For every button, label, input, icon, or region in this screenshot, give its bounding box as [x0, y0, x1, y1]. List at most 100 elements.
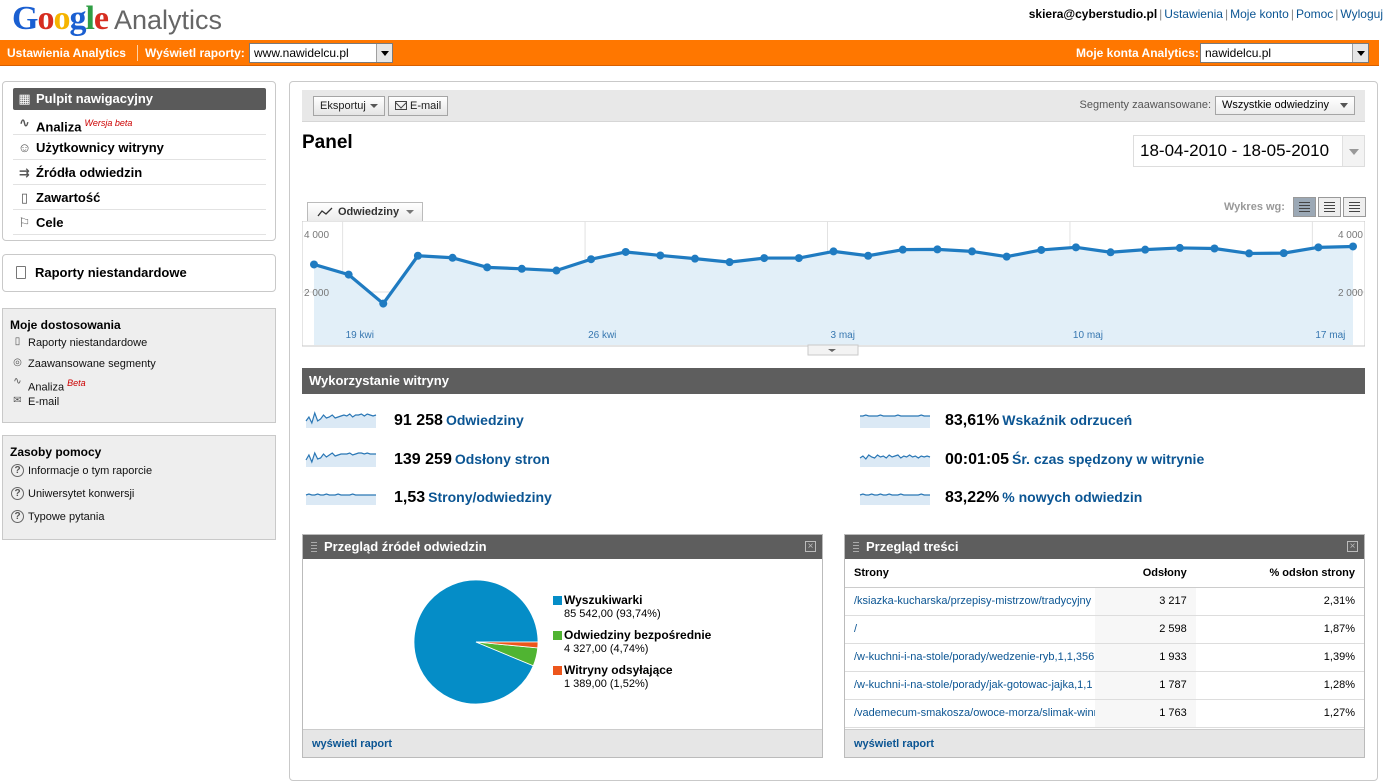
drag-handle-icon[interactable] — [853, 542, 859, 552]
page-link[interactable]: /vademecum-smakosza/owoce-morza/slimak-w… — [845, 699, 1095, 728]
panel-header[interactable]: Przegląd źródeł odwiedzin × — [303, 535, 822, 559]
data-point[interactable] — [413, 251, 422, 260]
panel-header[interactable]: Przegląd treści × — [845, 535, 1364, 559]
chevron-down-icon[interactable] — [1352, 44, 1368, 62]
metric-value: 91 258 Odwiedziny — [394, 412, 524, 430]
my-customizations-box: Moje dostosowania ▯ Raporty niestandardow… — [2, 308, 276, 423]
page-link[interactable]: /w-kuchni-i-na-stole/porady/jak-gotowac-… — [845, 671, 1095, 700]
data-point[interactable] — [1071, 243, 1080, 252]
chevron-down-icon — [1340, 103, 1348, 108]
data-point[interactable] — [1349, 242, 1357, 251]
metric-value: 00:01:05 Śr. czas spędzony w witrynie — [945, 451, 1204, 469]
drag-handle-icon[interactable] — [311, 542, 317, 552]
chevron-down-icon[interactable] — [376, 44, 392, 62]
data-point[interactable] — [1245, 249, 1254, 258]
data-point[interactable] — [933, 245, 942, 254]
close-icon[interactable]: × — [805, 541, 816, 552]
custom-reports-item[interactable]: ▯ Raporty niestandardowe — [11, 335, 148, 351]
date-range-picker[interactable]: 18-04-2010 - 18-05-2010 — [1133, 135, 1365, 167]
data-point[interactable] — [898, 245, 907, 254]
data-point[interactable] — [1002, 252, 1011, 261]
chart-metric-tab[interactable]: Odwiedziny — [307, 202, 423, 221]
metric-number: 83,22% — [945, 489, 1000, 506]
nav-item-content[interactable]: ▯ Zawartość — [13, 186, 266, 210]
help-link[interactable]: Pomoc — [1296, 7, 1333, 21]
report-icon: ▯ — [14, 336, 21, 347]
view-reports-select[interactable]: www.nawidelcu.pl — [249, 43, 393, 63]
data-point[interactable] — [379, 299, 388, 308]
chart-by-month-button[interactable] — [1343, 197, 1366, 217]
data-point[interactable] — [621, 247, 630, 256]
my-account-link[interactable]: Moje konto — [1230, 7, 1289, 21]
data-point[interactable] — [725, 258, 734, 267]
common-questions-item[interactable]: ? Typowe pytania — [11, 509, 104, 525]
nav-item-traffic-sources[interactable]: ⇉ Źródła odwiedzin — [13, 161, 266, 185]
advanced-segments-item[interactable]: ◎ Zaawansowane segmenty — [11, 356, 156, 372]
line-chart-icon — [317, 207, 333, 217]
chart-by-day-button[interactable] — [1293, 197, 1316, 217]
data-point[interactable] — [1279, 249, 1288, 258]
data-point[interactable] — [310, 260, 318, 269]
data-point[interactable] — [1106, 248, 1115, 257]
data-point[interactable] — [1314, 243, 1323, 252]
data-point[interactable] — [690, 254, 699, 263]
nav-item-analysis[interactable]: ∿ Analiza Wersja beta — [13, 111, 266, 135]
metric-label[interactable]: Śr. czas spędzony w witrynie — [1012, 451, 1204, 467]
google-analytics-logo[interactable]: Google Analytics — [12, 0, 222, 38]
email-button[interactable]: E-mail — [388, 96, 449, 116]
data-point[interactable] — [656, 251, 665, 260]
conversion-university-item[interactable]: ? Uniwersytet konwersji — [11, 486, 134, 502]
x-tick-label: 10 maj — [1073, 330, 1103, 341]
metric-label[interactable]: Odwiedziny — [446, 412, 524, 428]
panel-title: Przegląd treści — [866, 539, 959, 554]
nav-item-visitors[interactable]: ☺ Użytkownicy witryny — [13, 136, 266, 160]
legend-name: Wyszukiwarki — [564, 593, 643, 607]
view-report-link[interactable]: wyświetl raport — [845, 729, 1364, 757]
data-point[interactable] — [517, 264, 526, 273]
page-link[interactable]: /ksiazka-kucharska/przepisy-mistrzow/tra… — [845, 587, 1095, 616]
metric-label[interactable]: % nowych odwiedzin — [1002, 489, 1142, 505]
settings-link[interactable]: Ustawienia — [1164, 7, 1223, 21]
data-point[interactable] — [864, 251, 873, 260]
accounts-select[interactable]: nawidelcu.pl — [1200, 43, 1369, 63]
data-point[interactable] — [483, 263, 492, 272]
chart-by-week-button[interactable] — [1318, 197, 1341, 217]
data-point[interactable] — [587, 255, 596, 264]
metric-value: 83,22%% nowych odwiedzin — [945, 489, 1142, 507]
legend-value: 85 542,00 (93,74%) — [564, 608, 661, 620]
email-item[interactable]: ✉ E-mail — [11, 394, 59, 410]
metric-number: 91 258 — [394, 412, 443, 429]
nav-item-dashboard[interactable]: ▦ Pulpit nawigacyjny — [13, 88, 266, 110]
data-point[interactable] — [552, 266, 561, 275]
data-point[interactable] — [1175, 243, 1184, 252]
data-point[interactable] — [968, 247, 977, 256]
close-icon[interactable]: × — [1347, 541, 1358, 552]
page-link[interactable]: / — [845, 615, 1095, 644]
metric-label[interactable]: Strony/odwiedziny — [428, 489, 552, 505]
data-point[interactable] — [1210, 244, 1219, 253]
analysis-item[interactable]: ∿ Analiza Beta — [11, 375, 85, 394]
flag-icon: ⚐ — [18, 215, 31, 230]
data-point[interactable] — [1037, 245, 1046, 254]
metric-label[interactable]: Odsłony stron — [455, 451, 550, 467]
export-button[interactable]: Eksportuj — [313, 96, 385, 116]
nav-item-goals[interactable]: ⚐ Cele — [13, 211, 266, 235]
data-point[interactable] — [760, 254, 769, 263]
data-point[interactable] — [448, 253, 457, 262]
view-report-link[interactable]: wyświetl raport — [303, 729, 822, 757]
data-point[interactable] — [344, 270, 353, 279]
data-point[interactable] — [794, 254, 803, 263]
logout-link[interactable]: Wyloguj — [1340, 7, 1383, 21]
data-point[interactable] — [829, 247, 838, 256]
metric-label[interactable]: Wskaźnik odrzuceń — [1002, 412, 1132, 428]
chevron-down-icon[interactable] — [1342, 136, 1364, 166]
about-report-item[interactable]: ? Informacje o tym raporcie — [11, 463, 152, 479]
page-link[interactable]: /w-kuchni-i-na-stole/porady/wedzenie-ryb… — [845, 643, 1095, 672]
x-tick-label: 19 kwi — [346, 330, 374, 341]
column-percent: % odsłon strony — [1195, 559, 1364, 588]
analytics-settings-link[interactable]: Ustawienia Analytics — [7, 40, 126, 66]
segments-select[interactable]: Wszystkie odwiedziny — [1215, 96, 1355, 115]
chevron-down-icon — [369, 104, 378, 109]
data-point[interactable] — [1141, 245, 1150, 254]
custom-reports-link[interactable]: Raporty niestandardowe — [2, 254, 276, 292]
